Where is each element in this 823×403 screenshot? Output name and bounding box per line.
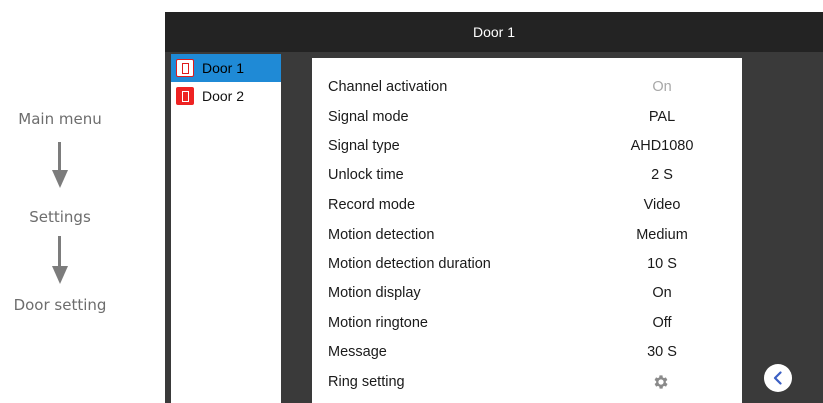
- setting-label: Record mode: [328, 197, 416, 213]
- back-button[interactable]: [764, 364, 792, 392]
- door-item-1[interactable]: Door 1: [171, 54, 281, 82]
- down-arrow-icon: [52, 236, 68, 284]
- door-list: Door 1 Door 2: [171, 54, 281, 403]
- setting-value: Medium: [636, 227, 688, 243]
- guide-step-door-setting: Door setting: [13, 296, 107, 314]
- down-arrow-icon: [52, 142, 68, 188]
- guide-step-settings: Settings: [29, 208, 91, 226]
- door-icon: [176, 87, 194, 105]
- setting-label: Unlock time: [328, 167, 404, 183]
- device-screen: Door 1 Door 1 Door 2 Channel activation …: [165, 12, 823, 403]
- setting-signal-mode[interactable]: Signal mode PAL: [312, 103, 742, 131]
- setting-value: PAL: [648, 109, 676, 125]
- setting-channel-activation[interactable]: Channel activation On: [312, 73, 742, 101]
- door-icon: [176, 59, 194, 77]
- setting-motion-display[interactable]: Motion display On: [312, 279, 742, 307]
- setting-message[interactable]: Message 30 S: [312, 338, 742, 366]
- door-settings-panel: Channel activation On Signal mode PAL Si…: [312, 58, 742, 403]
- setting-label: Message: [328, 344, 387, 360]
- setting-label: Motion ringtone: [328, 315, 428, 331]
- setting-value: On: [652, 285, 672, 301]
- setting-label: Signal type: [328, 138, 400, 154]
- setting-label: Motion detection duration: [328, 256, 491, 272]
- setting-motion-detection-duration[interactable]: Motion detection duration 10 S: [312, 250, 742, 278]
- setting-signal-type[interactable]: Signal type AHD1080: [312, 132, 742, 160]
- setting-value: 10 S: [647, 256, 677, 272]
- setting-motion-ringtone[interactable]: Motion ringtone Off: [312, 309, 742, 337]
- door-item-2[interactable]: Door 2: [171, 82, 281, 110]
- door-item-label: Door 2: [202, 88, 245, 104]
- setting-label: Ring setting: [328, 374, 405, 390]
- setting-value: Video: [643, 197, 681, 213]
- setting-value: 2 S: [651, 167, 673, 183]
- setting-label: Motion detection: [328, 227, 435, 243]
- setting-value: 30 S: [647, 344, 677, 360]
- setting-unlock-time[interactable]: Unlock time 2 S: [312, 161, 742, 189]
- setting-label: Signal mode: [328, 109, 409, 125]
- gear-icon[interactable]: [652, 373, 670, 391]
- door-item-label: Door 1: [202, 60, 245, 76]
- chevron-left-icon: [773, 371, 782, 385]
- navigation-guide: Main menu Settings Door setting: [0, 0, 120, 403]
- setting-motion-detection[interactable]: Motion detection Medium: [312, 221, 742, 249]
- setting-record-mode[interactable]: Record mode Video: [312, 191, 742, 219]
- screen-title: Door 1: [165, 12, 823, 52]
- setting-value: Off: [652, 315, 672, 331]
- setting-label: Motion display: [328, 285, 421, 301]
- setting-label: Channel activation: [328, 79, 448, 95]
- guide-step-main-menu: Main menu: [18, 110, 102, 128]
- setting-value: AHD1080: [630, 138, 694, 154]
- setting-ring-setting[interactable]: Ring setting: [312, 368, 742, 396]
- setting-value: On: [652, 79, 672, 95]
